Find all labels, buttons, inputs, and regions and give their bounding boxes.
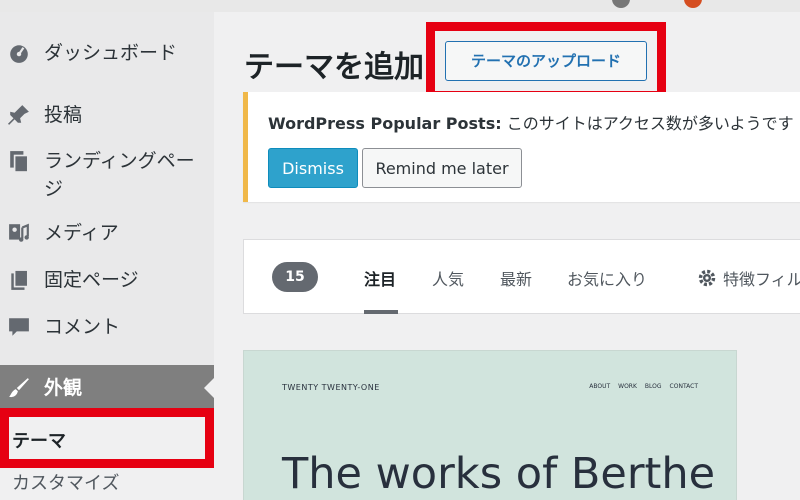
notice-text: WordPress Popular Posts: このサイトはアクセス数が多いよ…: [268, 110, 794, 134]
remind-later-button[interactable]: Remind me later: [362, 148, 522, 188]
theme-preview-headline: The works of Berthe: [282, 449, 716, 499]
notification-icon[interactable]: [684, 0, 702, 8]
theme-preview-nav-item: CONTACT: [669, 383, 698, 390]
main-content: テーマを追加 テーマのアップロード WordPress Popular Post…: [214, 12, 800, 500]
theme-count-badge: 15: [272, 262, 318, 292]
media-icon: [9, 223, 29, 242]
tab-featured[interactable]: 注目: [364, 266, 396, 290]
sidebar-item-label: コメント: [44, 316, 121, 338]
sidebar-item-label: 外観: [44, 377, 83, 399]
brush-icon: [9, 378, 29, 398]
top-strip: [0, 0, 800, 12]
tab-favorites[interactable]: お気に入り: [567, 266, 647, 290]
gear-icon: [698, 269, 716, 287]
sidebar-item-label: 投稿: [44, 104, 83, 126]
sidebar-item-label: ダッシュボード: [44, 42, 178, 64]
notice-message: このサイトはアクセス数が多いようです: [501, 114, 794, 133]
avatar-icon[interactable]: [612, 0, 630, 8]
theme-card-twenty-twenty-one[interactable]: TWENTY TWENTY-ONE ABOUT WORK BLOG CONTAC…: [243, 350, 737, 500]
theme-preview-nav-item: WORK: [618, 383, 637, 390]
comment-icon: [9, 318, 29, 336]
dismiss-button[interactable]: Dismiss: [268, 148, 358, 188]
tab-latest[interactable]: 最新: [500, 266, 532, 290]
theme-preview-brand: TWENTY TWENTY-ONE: [282, 383, 380, 392]
submenu-item-customize[interactable]: カスタマイズ: [12, 469, 119, 495]
sidebar-item-label-line2: ジ: [44, 178, 64, 200]
theme-preview-nav: ABOUT WORK BLOG CONTACT: [589, 383, 698, 390]
active-arrow: [204, 378, 214, 398]
highlight-box-upload: [426, 22, 666, 100]
sidebar-item-label: メディア: [44, 222, 119, 244]
tab-popular[interactable]: 人気: [432, 266, 464, 290]
feature-filter-link[interactable]: 特徴フィル: [697, 266, 800, 290]
plugin-notice: WordPress Popular Posts: このサイトはアクセス数が多いよ…: [243, 92, 800, 202]
pages-icon: [10, 151, 29, 172]
theme-filter-bar: 15 注目 人気 最新 お気に入り 特徴フィル: [243, 239, 800, 314]
page-icon: [11, 269, 29, 290]
page-title: テーマを追加: [244, 50, 424, 85]
dashboard-icon: [10, 45, 28, 63]
sidebar-item-label-line1: ランディングペー: [44, 150, 195, 172]
theme-preview-nav-item: BLOG: [644, 383, 662, 390]
sidebar-item-appearance[interactable]: 外観: [0, 365, 214, 411]
theme-preview-nav-item: ABOUT: [589, 383, 611, 390]
feature-filter-label: 特徴フィル: [723, 270, 800, 289]
notice-plugin-name: WordPress Popular Posts:: [268, 114, 502, 133]
sidebar-item-landing-pages[interactable]: ランディングペー ジ: [0, 146, 214, 206]
admin-sidebar: ダッシュボード 投稿 ランディングペー ジ メディア 固定ページ コメント 外観…: [0, 12, 214, 500]
sidebar-item-label: 固定ページ: [44, 269, 139, 291]
pin-icon: [8, 105, 29, 125]
active-tab-indicator: [364, 310, 398, 314]
highlight-box-themes: [0, 408, 214, 468]
